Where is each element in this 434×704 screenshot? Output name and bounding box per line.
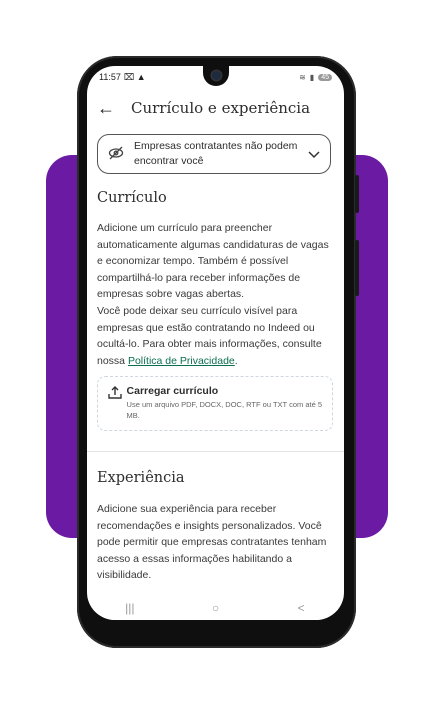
visibility-text: Empresas contratantes não podem encontra… (134, 139, 298, 167)
signal-icon: ▮ (309, 72, 315, 82)
resume-description: Adicione um currículo para preencher aut… (97, 222, 329, 300)
experience-description: Adicione sua experiência para receber re… (97, 503, 327, 581)
notification-icons: ⌧ ▲ (123, 71, 146, 82)
resume-visibility-end: . (234, 354, 238, 367)
power-button (355, 240, 359, 296)
upload-icon (108, 385, 127, 422)
status-time: 11:57 (99, 72, 121, 82)
chevron-down-icon (308, 147, 320, 162)
resume-visibility-text: Você pode deixar seu currículo visível p… (97, 303, 337, 369)
status-bar: 11:57 ⌧ ▲ ≋ ▮ 45 (99, 70, 332, 84)
experience-section-title: Experiência (97, 470, 185, 486)
resume-section-title: Currículo (97, 190, 167, 206)
nav-back-icon[interactable]: < (281, 601, 321, 615)
upload-title: Carregar currículo (126, 385, 219, 397)
back-arrow-icon[interactable]: ← (97, 99, 121, 117)
recent-apps-icon[interactable]: ||| (110, 601, 150, 615)
android-nav-bar: ||| ○ < (87, 596, 344, 620)
home-icon[interactable]: ○ (195, 601, 235, 615)
page-title: Currículo e experiência (131, 99, 311, 117)
upload-hint: Use um arquivo PDF, DOCX, DOC, RTF ou TX… (126, 400, 323, 420)
eye-slash-icon (108, 146, 128, 163)
visibility-dropdown[interactable]: Empresas contratantes não podem encontra… (97, 134, 331, 174)
upload-resume-button[interactable]: Carregar currículo Use um arquivo PDF, D… (97, 376, 333, 431)
privacy-policy-link[interactable]: Política de Privacidade (128, 355, 235, 367)
phone-screen: 11:57 ⌧ ▲ ≋ ▮ 45 ← Currículo e experiênc… (87, 66, 344, 620)
section-divider (87, 451, 344, 452)
battery-level: 45 (318, 73, 332, 81)
app-header: ← Currículo e experiência (97, 96, 334, 120)
wifi-icon: ≋ (299, 72, 306, 82)
volume-button (355, 175, 359, 213)
